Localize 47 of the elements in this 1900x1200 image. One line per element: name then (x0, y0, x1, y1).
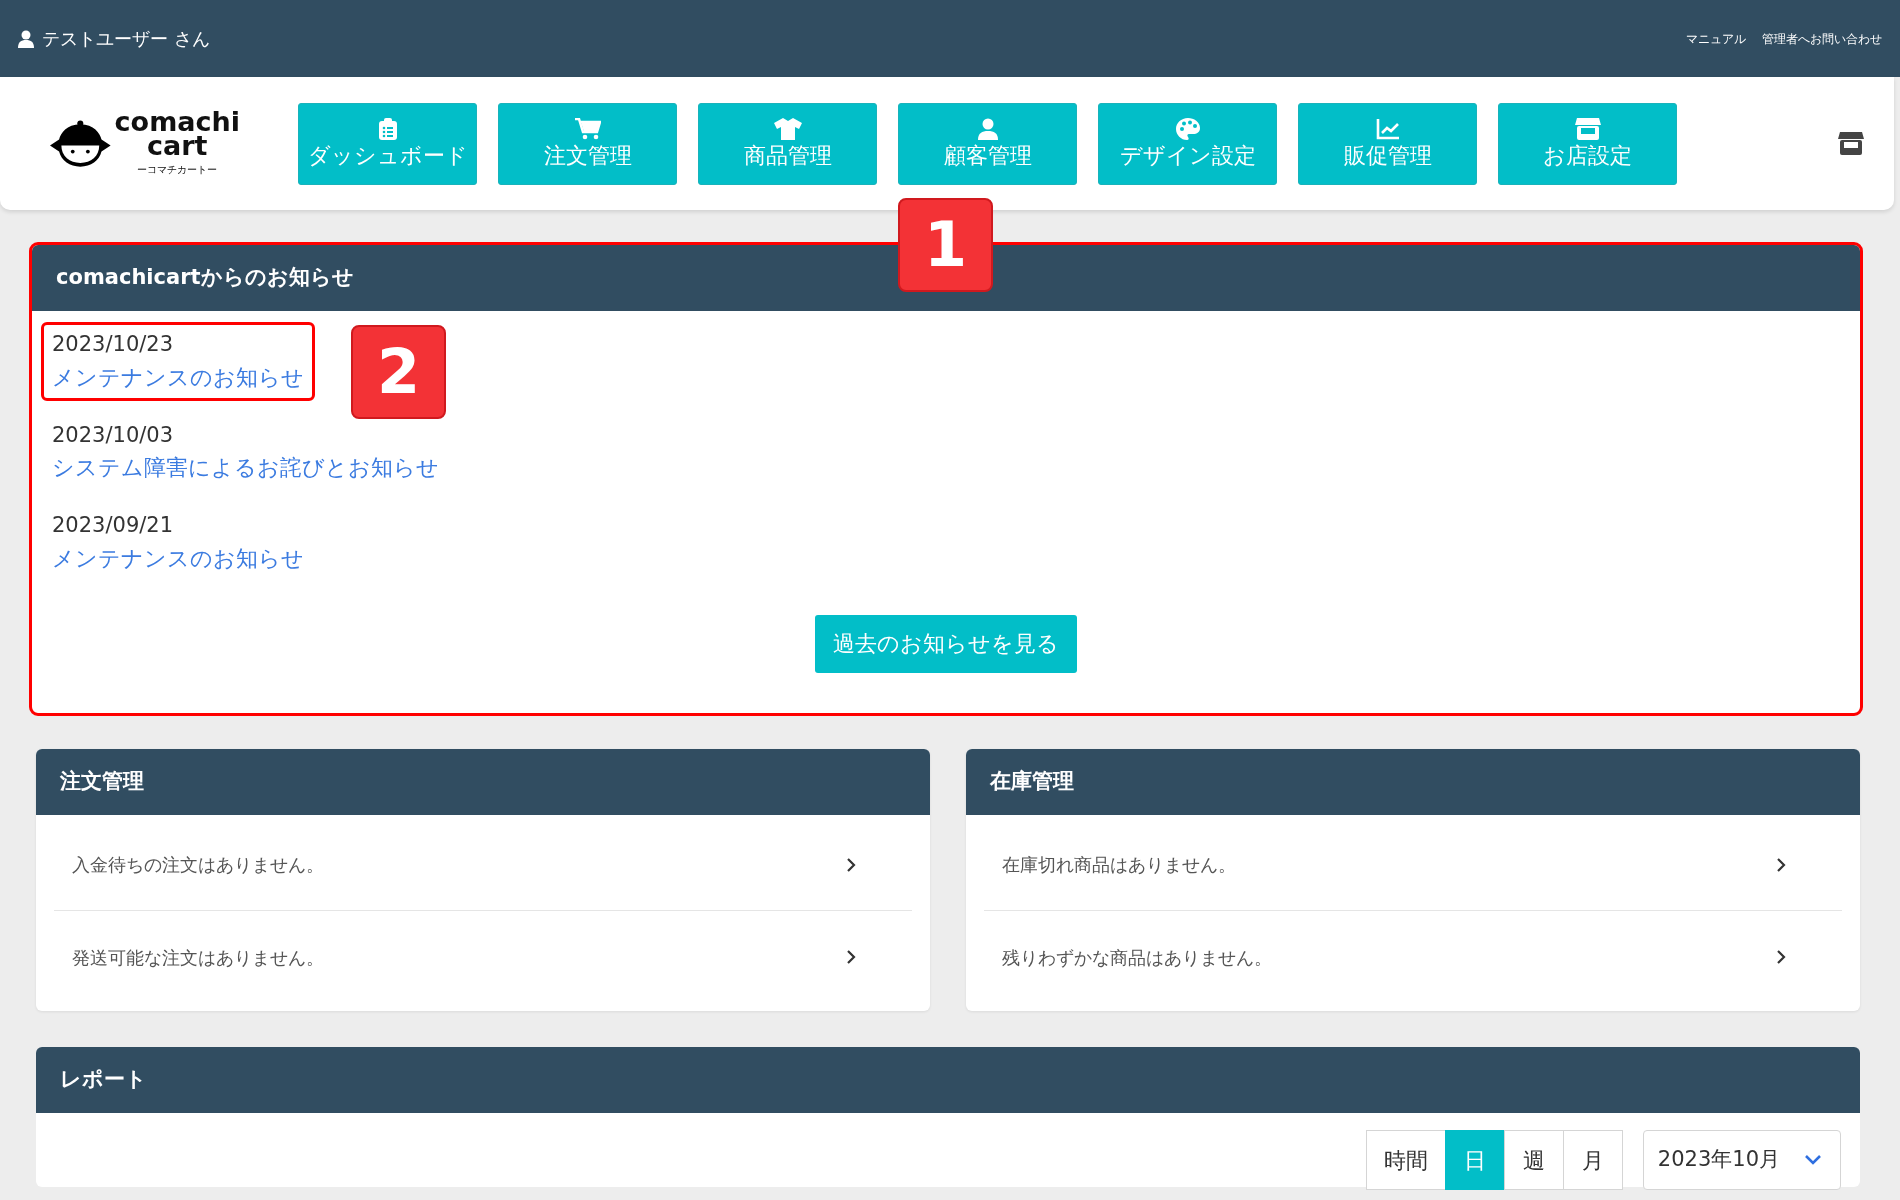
nav-button[interactable]: 顧客管理 (898, 102, 1077, 185)
line-chart-icon (1375, 118, 1400, 141)
nav-button[interactable]: ダッシュボード (298, 102, 477, 185)
status-message: 残りわずかな商品はありません。 (1002, 945, 1272, 970)
status-message: 発送可能な注文はありません。 (72, 945, 324, 970)
notice-link[interactable]: システム障害によるお詫びとお知らせ (52, 451, 439, 484)
logo-reading: ーコマチカートー (137, 163, 218, 178)
logo-text: cart (147, 134, 208, 159)
nav-button[interactable]: 商品管理 (698, 102, 877, 185)
status-message: 在庫切れ商品はありません。 (1002, 853, 1236, 877)
nav-button[interactable]: デザイン設定 (1098, 102, 1277, 185)
store-icon[interactable] (1838, 131, 1864, 156)
notice-date: 2023/10/03 (52, 421, 174, 449)
notice-link[interactable]: メンテナンスのお知らせ (52, 360, 304, 394)
nav-button[interactable]: 販促管理 (1298, 102, 1477, 185)
card-header: レポート (36, 1047, 1860, 1113)
store-icon (1574, 118, 1601, 141)
person-icon (976, 118, 999, 141)
notice-date: 2023/10/23 (52, 331, 174, 358)
nav-button[interactable]: お店設定 (1498, 102, 1677, 185)
period-tab[interactable]: 日 (1444, 1130, 1505, 1190)
clipboard-icon (378, 118, 397, 141)
chevron-down-icon (1804, 1154, 1822, 1166)
header-link[interactable]: マニュアル (1686, 29, 1746, 48)
period-tab[interactable]: 週 (1503, 1130, 1564, 1190)
user-icon (18, 29, 34, 48)
user-name: テストユーザー さん (42, 27, 210, 51)
card-header: 注文管理 (36, 749, 930, 815)
chevron-right-icon[interactable] (846, 856, 856, 873)
cart-icon (574, 118, 601, 141)
chevron-right-icon[interactable] (1776, 856, 1786, 873)
t-shirt-icon (773, 118, 802, 141)
status-message: 入金待ちの注文はありません。 (72, 853, 324, 877)
palette-icon (1175, 118, 1200, 141)
past-notices-button[interactable]: 過去のお知らせを見る (815, 614, 1077, 673)
period-tab[interactable]: 時間 (1365, 1130, 1446, 1190)
card-header: 在庫管理 (966, 749, 1860, 815)
chevron-right-icon[interactable] (846, 949, 856, 965)
month-select[interactable]: 2023年10月 (1642, 1130, 1841, 1190)
notice-link[interactable]: メンテナンスのお知らせ (52, 541, 304, 575)
callout-number: 2 (351, 325, 446, 419)
header-link[interactable]: 管理者へお問い合わせ (1762, 29, 1882, 48)
notice-date: 2023/09/21 (52, 512, 174, 539)
period-tab[interactable]: 月 (1562, 1130, 1623, 1190)
nav-button[interactable]: 注文管理 (498, 102, 677, 185)
logo-text: comachi (114, 109, 240, 134)
chevron-right-icon[interactable] (1776, 949, 1786, 965)
